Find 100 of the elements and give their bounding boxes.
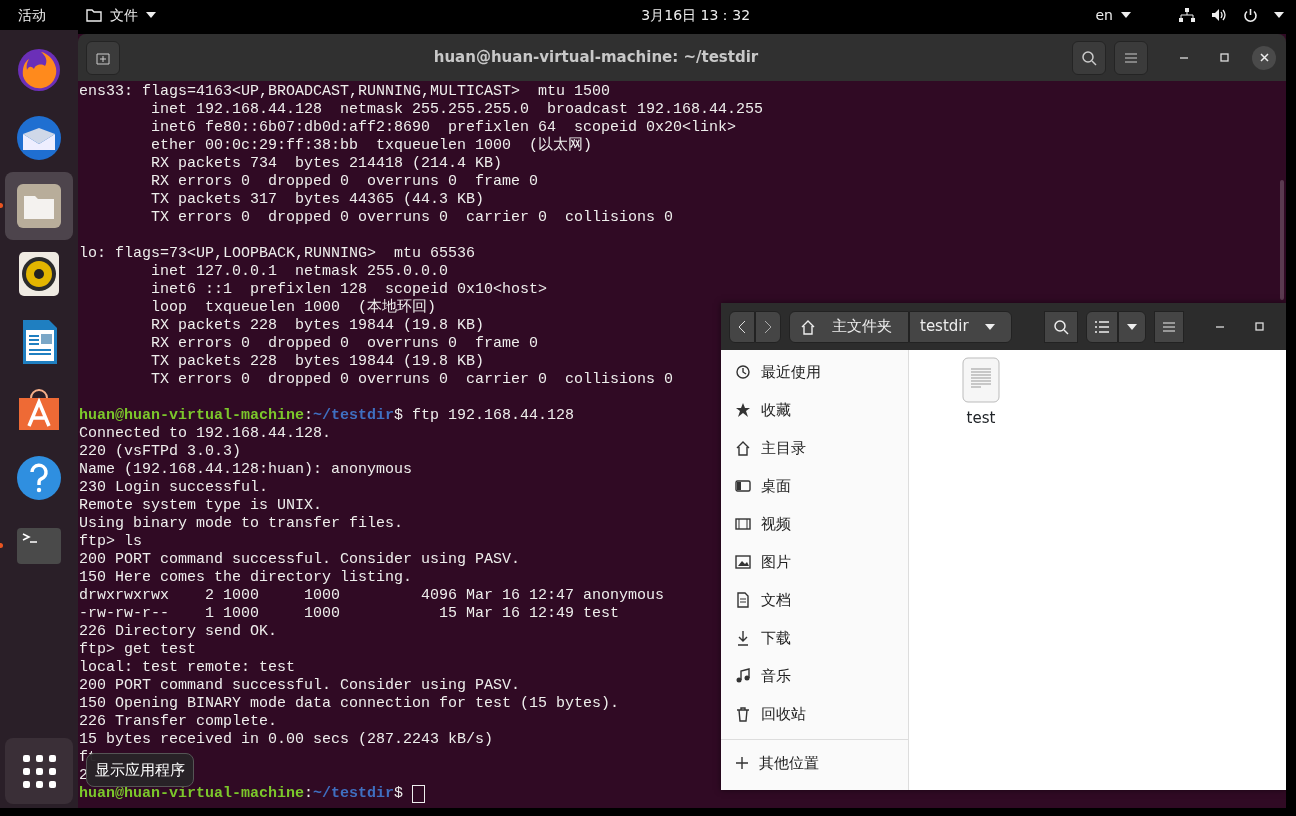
sidebar-item[interactable]: 其他位置	[721, 744, 908, 782]
terminal-line: ether 00:0c:29:ff:38:bb txqueuelen 1000 (以太网)	[150, 137, 593, 154]
terminal-line: TX errors 0 dropped 0 overruns 0 carrier 0 collisions 0	[150, 209, 674, 226]
text-file-icon	[962, 357, 1000, 403]
list-view-button[interactable]	[1085, 310, 1118, 343]
terminal-line: 230 Login successful.	[79, 479, 269, 496]
menu-icon	[1125, 52, 1137, 63]
terminal-line: ens33: flags=4163<UP,BROADCAST,RUNNING,MULTICAST> mtu 1500	[79, 83, 611, 100]
sidebar-item[interactable]: 图片	[721, 543, 908, 581]
terminal-line: inet 127.0.0.1 netmask 255.0.0.0	[150, 263, 449, 280]
path-button[interactable]: testdir	[909, 310, 1012, 343]
maximize-icon	[1255, 322, 1265, 331]
view-options-button[interactable]	[1117, 310, 1146, 343]
back-icon	[738, 319, 746, 334]
clock[interactable]: 3月16日 13：32	[641, 0, 751, 30]
terminal-line: 226 Transfer complete.	[79, 713, 278, 730]
terminal-line: RX errors 0 dropped 0 overruns 0 frame 0	[150, 173, 539, 190]
close-icon	[1259, 53, 1269, 62]
terminal-line: 150 Here comes the directory listing.	[79, 569, 413, 586]
terminal-line: ftp> ls	[79, 533, 142, 550]
network-icon[interactable]	[1179, 8, 1195, 22]
maximize-icon	[1219, 53, 1229, 62]
terminal-line: inet6 ::1 prefixlen 128 scopeid 0x10<host>	[150, 281, 548, 298]
path-button[interactable]: 主文件夹	[789, 310, 909, 343]
input-source[interactable]: en	[1095, 0, 1113, 30]
power-icon[interactable]	[1243, 7, 1258, 23]
terminal-line: inet6 fe80::6b07:db0d:aff2:8690 prefixlen 64 scopeid 0x20<link>	[150, 119, 737, 136]
sidebar-item[interactable]: 最近使用	[721, 353, 908, 391]
terminal-line: ft	[79, 749, 97, 766]
desktop-icon	[735, 478, 751, 494]
caret-icon	[146, 12, 156, 18]
minimize-icon	[1180, 56, 1188, 59]
mail-icon[interactable]	[15, 114, 63, 162]
document-icon	[735, 592, 751, 608]
clock-icon	[735, 364, 751, 380]
show-apps-button[interactable]	[5, 738, 73, 804]
activities-button[interactable]: 活动	[18, 0, 46, 30]
search-button[interactable]	[1072, 40, 1106, 75]
caret-icon	[1274, 12, 1284, 18]
app-menu[interactable]: 文件	[110, 0, 138, 30]
terminal-line: RX errors 0 dropped 0 overruns 0 frame 0	[150, 335, 539, 352]
terminal-line: TX packets 228 bytes 19844 (19.8 KB)	[150, 353, 485, 370]
trash-icon	[735, 706, 751, 722]
menu-button[interactable]	[1153, 310, 1184, 343]
caret-icon	[1126, 323, 1137, 330]
caret-icon	[984, 323, 995, 330]
image-icon	[735, 554, 751, 570]
sidebar-item[interactable]: 下载	[721, 619, 908, 657]
browser-icon[interactable]	[15, 46, 63, 94]
forward-icon	[764, 319, 772, 334]
terminal-line: inet 192.168.44.128 netmask 255.255.255.0 broadcast 192.168.44.255	[150, 101, 764, 118]
terminal-line: ftp> get test	[79, 641, 197, 658]
window-title: huan@huan-virtual-machine: ~/testdir	[433, 48, 759, 67]
terminal-line: 200 PORT command successful. Consider using PASV.	[79, 551, 521, 568]
music-icon	[735, 668, 751, 684]
terminal-line: local: test remote: test	[79, 659, 296, 676]
search-icon	[1081, 49, 1097, 66]
volume-icon[interactable]	[1211, 8, 1227, 22]
download-icon	[735, 630, 751, 646]
terminal-line: 220 (vsFTPd 3.0.3)	[79, 443, 242, 460]
terminal-line: Using binary mode to transfer files.	[79, 515, 404, 532]
home-icon	[800, 318, 816, 335]
file-item[interactable]: test	[949, 357, 1013, 430]
terminal-line: loop txqueuelen 1000 (本地环回)	[150, 299, 437, 316]
prompt-line: huan@huan-virtual-machine:~/testdir$ ftp 192.168.44.128	[79, 407, 575, 424]
terminal-line: 15 bytes received in 0.00 secs (287.2243 kB/s)	[79, 731, 494, 748]
menu-button[interactable]	[1114, 40, 1148, 75]
help-icon[interactable]	[15, 454, 63, 502]
sidebar-item[interactable]: 收藏	[721, 391, 908, 429]
sidebar-item[interactable]: 桌面	[721, 467, 908, 505]
star-icon	[735, 402, 751, 418]
terminal-line: TX errors 0 dropped 0 overruns 0 carrier 0 collisions 0	[150, 371, 674, 388]
grid-icon	[22, 754, 56, 788]
terminal-line: 200 PORT command successful. Consider using PASV.	[79, 677, 521, 694]
sidebar-item[interactable]: 视频	[721, 505, 908, 543]
new-tab-icon	[96, 50, 110, 65]
caret-icon	[1121, 12, 1131, 18]
folder-icon	[86, 8, 102, 22]
terminal-line: 226 Directory send OK.	[79, 623, 278, 640]
terminal-line: lo: flags=73<UP,LOOPBACK,RUNNING> mtu 65536	[79, 245, 476, 262]
folder-icon[interactable]	[15, 182, 63, 230]
close-button[interactable]	[1252, 45, 1276, 70]
sidebar-item[interactable]: 回收站	[721, 695, 908, 733]
list-icon	[1094, 320, 1109, 333]
terminal-line: RX packets 734 bytes 214418 (214.4 KB)	[150, 155, 503, 172]
plus-icon	[735, 756, 749, 770]
search-icon	[1052, 318, 1069, 335]
sidebar-item[interactable]: 主目录	[721, 429, 908, 467]
terminal-line: Remote system type is UNIX.	[79, 497, 323, 514]
film-icon	[735, 516, 751, 532]
new-tab-button[interactable]	[86, 40, 120, 75]
terminal-line: Name (192.168.44.128:huan): anonymous	[79, 461, 413, 478]
sidebar-item[interactable]: 音乐	[721, 657, 908, 695]
minimize-icon	[1215, 325, 1224, 328]
menu-icon	[1162, 321, 1175, 332]
search-button[interactable]	[1043, 310, 1078, 343]
sidebar-item[interactable]: 文档	[721, 581, 908, 619]
terminal-line: Connected to 192.168.44.128.	[79, 425, 332, 442]
scrollbar[interactable]	[1280, 180, 1284, 300]
terminal-line: RX packets 228 bytes 19844 (19.8 KB)	[150, 317, 485, 334]
